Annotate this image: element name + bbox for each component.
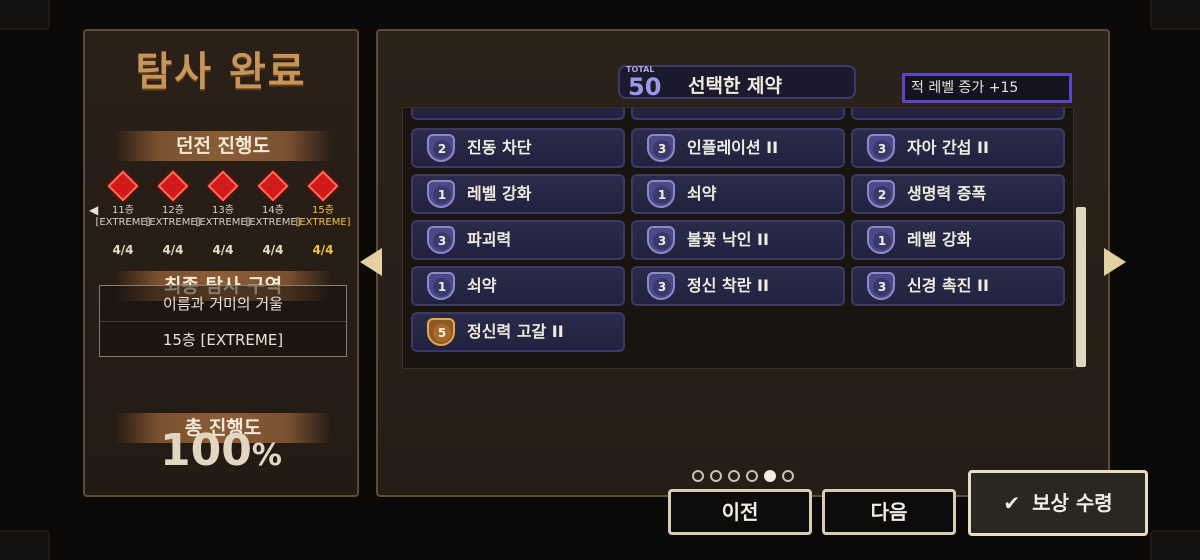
constraint-level: 2 — [873, 186, 891, 204]
page-dot[interactable] — [782, 470, 794, 482]
constraint-card[interactable]: 1 쇠약 — [411, 266, 625, 306]
prev-page-arrow-icon[interactable] — [360, 248, 382, 276]
total-badge: TOTAL 50 선택한 제약 — [618, 65, 856, 101]
floor-count: 4/4 — [262, 243, 284, 257]
claim-reward-button[interactable]: ✔ 보상 수령 — [968, 470, 1148, 536]
constraint-card[interactable]: 3 신경 촉진 II — [851, 266, 1065, 306]
constraint-name: 파괴력 — [467, 230, 512, 249]
floor-label: 12층 [EXTREME] — [145, 205, 201, 228]
constraint-card[interactable]: 5 정신력 고갈 II — [411, 312, 625, 352]
constraint-level: 3 — [653, 140, 671, 158]
floor-gem-icon — [257, 170, 289, 202]
constraint-card[interactable]: 1 레벨 강화 — [411, 174, 625, 214]
constraint-card[interactable]: 3 불꽃 낙인 II — [631, 220, 845, 260]
progress-unit: % — [251, 438, 282, 473]
constraint-name: 정신 착란 II — [687, 276, 769, 295]
constraints-panel: TOTAL 50 선택한 제약 적 레벨 증가 +15 2 진동 차단 3 인플레이션… — [376, 29, 1110, 497]
constraint-level: 5 — [433, 324, 451, 342]
prev-button[interactable]: 이전 — [668, 489, 812, 535]
check-icon: ✔ — [1003, 491, 1021, 515]
floor-gem-icon — [307, 170, 339, 202]
page-dot[interactable] — [728, 470, 740, 482]
constraint-level: 1 — [433, 278, 451, 296]
floor-gem-icon — [157, 170, 189, 202]
floor-label: 11층 [EXTREME] — [95, 205, 151, 228]
next-page-arrow-icon[interactable] — [1104, 248, 1126, 276]
constraint-name: 진동 차단 — [467, 138, 532, 157]
constraint-name: 쇠약 — [467, 276, 497, 295]
floor-item: 11층 [EXTREME] 4/4 — [95, 170, 151, 257]
frame-corner-bottom-left — [0, 530, 50, 560]
floor-progress-row: ◀ 11층 [EXTREME] 4/4 12층 [EXTREME] 4/4 13… — [89, 170, 353, 261]
final-zone-box: 이름과 거미의 거울 15층 [EXTREME] — [99, 285, 347, 357]
page-dot[interactable] — [746, 470, 758, 482]
total-value: 50 — [628, 73, 662, 101]
constraint-card[interactable]: 3 자아 간섭 II — [851, 128, 1065, 168]
floor-label: 13층 [EXTREME] — [195, 205, 251, 228]
zone-name: 이름과 거미의 거울 — [100, 286, 346, 322]
selected-constraints-title: 선택한 제약 — [688, 75, 783, 97]
constraint-name: 자아 간섭 II — [907, 138, 989, 157]
constraint-level: 1 — [433, 186, 451, 204]
constraint-level: 2 — [433, 140, 451, 158]
constraint-name: 생명력 증폭 — [907, 184, 987, 203]
constraint-card[interactable]: 1 레벨 강화 — [851, 220, 1065, 260]
floor-item: 14층 [EXTREME] 4/4 — [245, 170, 301, 257]
constraint-level: 3 — [873, 278, 891, 296]
floor-gem-icon — [207, 170, 239, 202]
floor-item: 13층 [EXTREME] 4/4 — [195, 170, 251, 257]
constraint-name: 인플레이션 II — [687, 138, 779, 157]
floor-item: 12층 [EXTREME] 4/4 — [145, 170, 201, 257]
frame-corner-bottom-right — [1150, 530, 1200, 560]
exploration-summary-panel: 탐사 완료 던전 진행도 ◀ 11층 [EXTREME] 4/4 12층 [EX… — [83, 29, 359, 497]
panel-title: 탐사 완료 — [135, 49, 307, 95]
constraint-name: 불꽃 낙인 II — [687, 230, 769, 249]
constraint-level: 3 — [653, 232, 671, 250]
dungeon-progress-banner: 던전 진행도 — [115, 131, 331, 161]
progress-number: 100 — [160, 425, 252, 476]
next-button[interactable]: 다음 — [822, 489, 956, 535]
page-dot[interactable] — [710, 470, 722, 482]
total-progress-value: 100% — [85, 425, 357, 476]
scrollbar[interactable] — [1076, 107, 1086, 369]
scrollbar-thumb[interactable] — [1076, 207, 1086, 367]
constraint-level: 3 — [873, 140, 891, 158]
frame-corner-top-left — [0, 0, 50, 30]
constraint-level: 3 — [653, 278, 671, 296]
floor-label: 15층 [EXTREME] — [295, 205, 351, 228]
claim-label: 보상 수령 — [1032, 491, 1113, 515]
constraint-name: 레벨 강화 — [907, 230, 972, 249]
floor-count: 4/4 — [212, 243, 234, 257]
page-dot[interactable] — [692, 470, 704, 482]
constraint-card-partial — [411, 108, 625, 120]
floor-label: 14층 [EXTREME] — [245, 205, 301, 228]
floor-count: 4/4 — [112, 243, 134, 257]
floor-gem-icon — [107, 170, 139, 202]
constraint-card[interactable]: 3 파괴력 — [411, 220, 625, 260]
constraint-name: 신경 촉진 II — [907, 276, 989, 295]
constraint-card[interactable]: 3 인플레이션 II — [631, 128, 845, 168]
constraint-card[interactable]: 1 쇠약 — [631, 174, 845, 214]
constraint-name: 정신력 고갈 II — [467, 322, 564, 341]
enemy-level-increase: 적 레벨 증가 +15 — [902, 73, 1072, 103]
constraint-level: 3 — [433, 232, 451, 250]
constraint-list[interactable]: 2 진동 차단 3 인플레이션 II 3 자아 간섭 II 1 레벨 강화 1 쇠약 2 생명력 증폭… — [402, 107, 1074, 369]
constraint-card-partial — [631, 108, 845, 120]
constraint-card[interactable]: 3 정신 착란 II — [631, 266, 845, 306]
page-indicator — [692, 470, 794, 482]
constraint-card[interactable]: 2 생명력 증폭 — [851, 174, 1065, 214]
constraint-name: 레벨 강화 — [467, 184, 532, 203]
zone-floor: 15층 [EXTREME] — [162, 331, 284, 349]
constraint-level: 1 — [873, 232, 891, 250]
floor-item: 15층 [EXTREME] 4/4 — [295, 170, 351, 257]
frame-corner-top-right — [1150, 0, 1200, 30]
floor-count: 4/4 — [312, 243, 334, 257]
constraint-name: 쇠약 — [687, 184, 717, 203]
page-dot[interactable] — [764, 470, 776, 482]
constraint-card[interactable]: 2 진동 차단 — [411, 128, 625, 168]
constraint-card-partial — [851, 108, 1065, 120]
floor-count: 4/4 — [162, 243, 184, 257]
constraint-level: 1 — [653, 186, 671, 204]
